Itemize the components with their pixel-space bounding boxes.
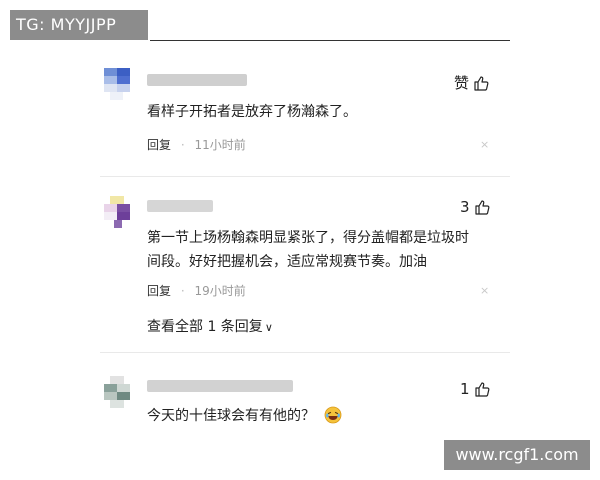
like-button[interactable]: 3 [460,198,490,216]
username-blurred[interactable] [147,74,247,86]
like-button[interactable]: 赞 [454,72,489,93]
comment-text: 今天的十佳球会有有他的？ [147,408,315,424]
thumbs-up-icon [474,75,489,91]
comment-meta: 回复 · 11小时前 [147,136,246,153]
separator-dot: · [180,284,185,298]
like-button[interactable]: 1 [460,380,490,398]
comment-meta: 回复 · 19小时前 [147,282,246,299]
reply-button[interactable]: 回复 [147,284,171,298]
timestamp: 19小时前 [194,284,246,298]
view-replies-link[interactable]: 查看全部 1 条回复 ∨ [147,316,273,336]
reply-button[interactable]: 回复 [147,138,171,152]
thumbs-up-icon [474,382,489,397]
laughing-emoji-icon [324,406,342,424]
divider [100,352,510,353]
thumbs-up-icon [474,200,489,215]
avatar[interactable] [104,196,130,228]
username-blurred[interactable] [147,380,293,392]
close-icon[interactable]: × [480,284,489,297]
like-label: 赞 [454,74,470,92]
top-divider [150,40,510,41]
avatar[interactable] [104,376,130,408]
close-icon[interactable]: × [480,138,489,151]
comment-text: 看样子开拓者是放弃了杨瀚森了。 [147,104,357,120]
view-replies-label: 查看全部 1 条回复 [147,319,263,335]
username-blurred[interactable] [147,200,213,212]
tg-watermark: TG: MYYJJPP [10,10,148,40]
timestamp: 11小时前 [194,138,246,152]
comment-text: 第一节上场杨翰森明显紧张了，得分盖帽都是垃圾时 间段。好好把握机会，适应常规赛节… [147,230,469,270]
avatar[interactable] [104,68,130,100]
like-count: 3 [460,198,470,216]
site-watermark: www.rcgf1.com [444,440,590,470]
chevron-down-icon: ∨ [264,321,273,334]
like-count: 1 [460,380,470,398]
divider [100,176,510,177]
separator-dot: · [180,138,185,152]
